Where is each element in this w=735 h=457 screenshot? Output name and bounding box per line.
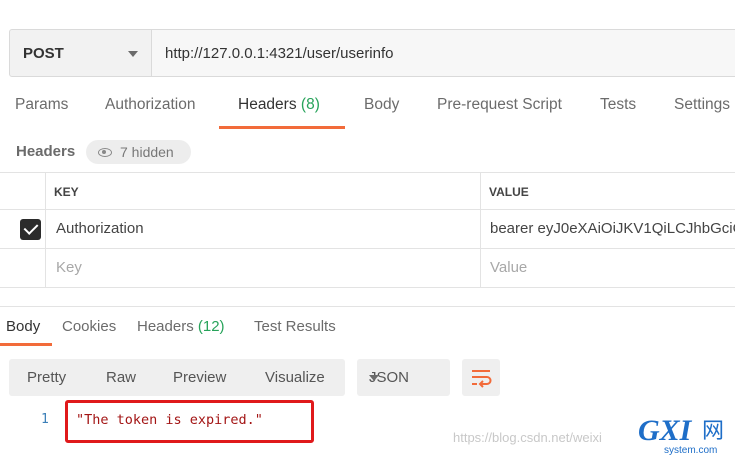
wrap-lines-icon: [472, 370, 492, 388]
highlight-annotation-box: [65, 400, 314, 443]
response-active-tab-indicator: [0, 343, 52, 346]
chevron-down-icon: [128, 51, 138, 57]
method-label: POST: [23, 44, 64, 62]
row-enabled-checkbox[interactable]: [20, 219, 41, 240]
column-divider: [480, 249, 481, 287]
request-bar: POST http://127.0.0.1:4321/user/userinfo: [9, 29, 735, 77]
table-header-row: KEY VALUE: [0, 172, 735, 210]
tab-body[interactable]: Body: [364, 96, 399, 114]
tab-params[interactable]: Params: [15, 96, 68, 114]
response-tab-cookies[interactable]: Cookies: [62, 318, 116, 335]
language-select[interactable]: JSON: [357, 359, 450, 396]
header-key-cell[interactable]: Authorization: [56, 220, 144, 237]
active-tab-indicator: [219, 126, 345, 129]
logo-cjk: 网: [702, 419, 724, 444]
column-divider: [480, 210, 481, 248]
new-value-input[interactable]: Value: [490, 259, 527, 276]
tab-authorization[interactable]: Authorization: [105, 96, 195, 114]
hidden-headers-toggle[interactable]: 7 hidden: [86, 140, 191, 164]
response-divider: [0, 306, 735, 307]
column-divider: [45, 173, 46, 209]
column-divider: [480, 173, 481, 209]
site-logo: GXI 网 system.com: [638, 414, 724, 456]
tab-settings[interactable]: Settings: [674, 96, 730, 114]
method-select[interactable]: POST: [9, 29, 152, 77]
eye-icon: [98, 147, 112, 157]
logo-letters: GXI: [638, 414, 693, 447]
url-input[interactable]: http://127.0.0.1:4321/user/userinfo: [152, 29, 735, 77]
line-number: 1: [41, 412, 49, 427]
tab-headers-label: Headers: [238, 96, 297, 113]
chevron-down-icon: [369, 375, 379, 381]
tab-headers-count: (8): [300, 96, 320, 113]
tab-tests[interactable]: Tests: [600, 96, 636, 114]
column-header-key: KEY: [54, 185, 79, 199]
hidden-headers-label: 7 hidden: [120, 144, 174, 160]
tab-prerequest-script[interactable]: Pre-request Script: [437, 96, 562, 114]
format-preview-button[interactable]: Preview: [173, 369, 226, 386]
header-value-cell[interactable]: bearer eyJ0eXAiOiJKV1QiLCJhbGciOi: [490, 220, 735, 237]
wrap-lines-button[interactable]: [462, 359, 500, 396]
table-row: Authorization bearer eyJ0eXAiOiJKV1QiLCJ…: [0, 210, 735, 249]
response-tab-headers[interactable]: Headers (12): [137, 318, 225, 335]
tab-headers[interactable]: Headers (8): [238, 96, 320, 114]
new-key-input[interactable]: Key: [56, 259, 82, 276]
response-tab-body[interactable]: Body: [6, 318, 40, 335]
column-header-value: VALUE: [489, 185, 529, 199]
table-row-empty: Key Value: [0, 249, 735, 288]
response-tab-test-results[interactable]: Test Results: [254, 318, 336, 335]
watermark-text: https://blog.csdn.net/weixi: [453, 430, 602, 445]
url-text: http://127.0.0.1:4321/user/userinfo: [165, 44, 394, 62]
column-divider: [45, 210, 46, 248]
format-toggle-group: Pretty Raw Preview Visualize: [9, 359, 345, 396]
column-divider: [45, 249, 46, 287]
response-tab-headers-label: Headers: [137, 318, 194, 335]
response-tab-headers-count: (12): [197, 318, 225, 335]
headers-section-title: Headers: [16, 143, 76, 160]
format-visualize-button[interactable]: Visualize: [265, 369, 325, 386]
format-pretty-button[interactable]: Pretty: [27, 369, 66, 386]
format-raw-button[interactable]: Raw: [106, 369, 136, 386]
logo-domain: system.com: [664, 445, 717, 456]
